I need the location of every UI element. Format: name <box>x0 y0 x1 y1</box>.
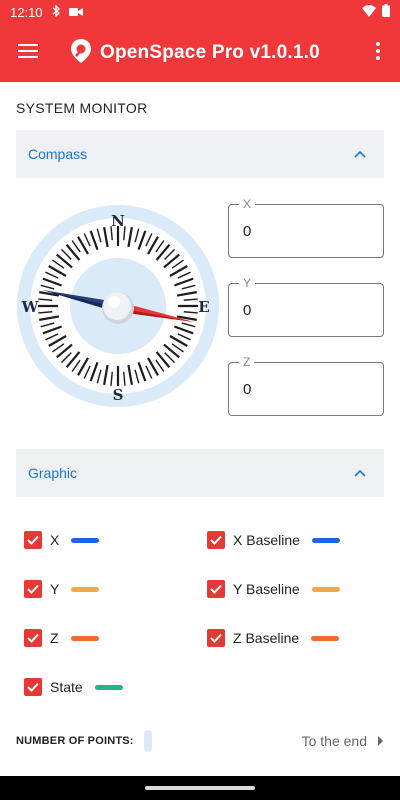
number-of-points-slider[interactable] <box>143 730 152 752</box>
series-z-baseline-color <box>311 635 340 641</box>
checkbox-checked-icon <box>207 531 225 549</box>
chevron-right-icon <box>377 733 384 749</box>
series-z-baseline-checkbox[interactable]: Z Baseline <box>207 626 340 650</box>
chevron-up-icon <box>348 461 372 485</box>
series-y-checkbox[interactable]: Y <box>24 577 100 601</box>
x-field[interactable]: X 0 <box>228 197 384 258</box>
z-field-label: Z <box>239 355 255 369</box>
series-x-label: X <box>50 532 60 548</box>
battery-icon <box>382 4 390 20</box>
series-x-baseline-color <box>311 537 340 543</box>
series-z-label: Z <box>50 630 59 646</box>
menu-button[interactable] <box>0 24 56 82</box>
series-y-baseline-label: Y Baseline <box>233 581 300 597</box>
more-vert-icon <box>376 41 380 65</box>
video-icon <box>68 5 83 20</box>
compass-east-label: E <box>198 298 209 316</box>
number-of-points-label: NUMBER OF POINTS: <box>16 735 134 747</box>
series-state-label: State <box>50 679 83 695</box>
hamburger-icon <box>18 43 38 64</box>
checkbox-checked-icon <box>24 678 42 696</box>
app-logo-icon <box>70 38 92 69</box>
series-x-baseline-label: X Baseline <box>233 532 300 548</box>
wifi-icon <box>362 4 376 20</box>
series-z-checkbox[interactable]: Z <box>24 626 99 650</box>
compass-north-label: N <box>111 212 125 230</box>
y-field[interactable]: Y 0 <box>228 276 384 337</box>
compass-panel-title: Compass <box>28 146 88 162</box>
y-field-label: Y <box>239 276 256 290</box>
series-x-color <box>71 537 100 543</box>
series-z-baseline-label: Z Baseline <box>233 630 300 646</box>
section-title: SYSTEM MONITOR <box>16 100 148 116</box>
compass-dial: N S E W <box>17 205 219 407</box>
series-y-baseline-color <box>311 586 340 592</box>
x-field-label: X <box>239 197 256 211</box>
home-gesture-handle[interactable] <box>145 786 255 790</box>
system-navigation-bar <box>0 776 400 800</box>
series-state-color <box>94 684 123 690</box>
graphic-panel-title: Graphic <box>28 465 78 481</box>
number-of-points-row: NUMBER OF POINTS: To the end <box>16 730 384 752</box>
overflow-menu-button[interactable] <box>366 24 390 82</box>
series-x-baseline-checkbox[interactable]: X Baseline <box>207 528 340 552</box>
series-z-color <box>70 635 99 641</box>
checkbox-checked-icon <box>24 629 42 647</box>
series-y-label: Y <box>50 581 60 597</box>
z-field-value: 0 <box>243 381 252 398</box>
checkbox-checked-icon <box>24 580 42 598</box>
x-field-value: 0 <box>243 223 252 240</box>
z-field[interactable]: Z 0 <box>228 355 384 416</box>
graphic-panel-header[interactable]: Graphic <box>16 449 384 497</box>
status-bar: 12:10 <box>0 0 400 24</box>
chevron-up-icon <box>348 142 372 166</box>
checkbox-checked-icon <box>24 531 42 549</box>
series-y-color <box>71 586 100 592</box>
checkbox-checked-icon <box>207 629 225 647</box>
to-the-end-button[interactable]: To the end <box>302 733 384 749</box>
app-title: OpenSpace Pro v1.0.1.0 <box>100 42 320 63</box>
series-state-checkbox[interactable]: State <box>24 675 123 699</box>
series-y-baseline-checkbox[interactable]: Y Baseline <box>207 577 340 601</box>
checkbox-checked-icon <box>207 580 225 598</box>
status-time: 12:10 <box>10 4 43 20</box>
to-the-end-label: To the end <box>301 733 367 749</box>
compass-south-label: S <box>113 386 124 404</box>
compass-west-label: W <box>21 298 40 316</box>
compass-panel-header[interactable]: Compass <box>16 130 384 178</box>
bluetooth-icon <box>51 3 61 20</box>
series-x-checkbox[interactable]: X <box>24 528 100 552</box>
app-bar: OpenSpace Pro v1.0.1.0 <box>0 24 400 82</box>
y-field-value: 0 <box>243 302 252 319</box>
